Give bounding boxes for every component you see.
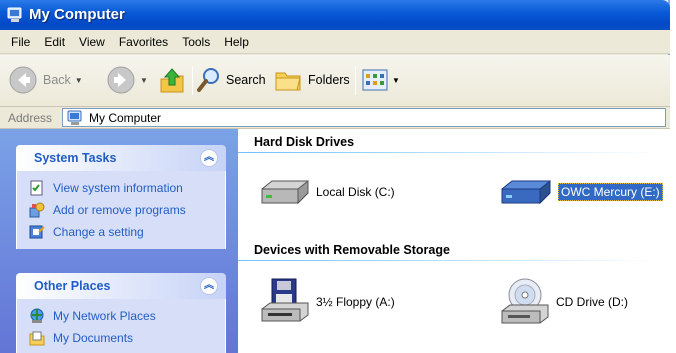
- toolbar: Back ▼ ▼ Search Folders ▼: [0, 55, 670, 107]
- computer-icon: [7, 7, 22, 22]
- drive-cd-d[interactable]: CD Drive (D:): [498, 277, 628, 327]
- folders-label: Folders: [308, 73, 350, 87]
- other-places-body: My Network Places My Documents: [16, 299, 226, 353]
- place-label: My Network Places: [53, 309, 156, 323]
- address-label: Address: [8, 111, 53, 125]
- place-label: My Documents: [53, 331, 134, 345]
- content-area: Hard Disk Drives Local Disk (C:) OWC Mer…: [238, 129, 670, 353]
- menu-tools[interactable]: Tools: [175, 35, 217, 49]
- task-pane: System Tasks ︽ View system information A…: [0, 129, 238, 353]
- documents-folder-icon: [29, 331, 45, 346]
- back-arrow-icon: [9, 66, 37, 94]
- search-label: Search: [226, 73, 266, 87]
- window: My Computer File Edit View Favorites Too…: [0, 0, 670, 353]
- cd-drive-icon: [501, 278, 549, 324]
- chevron-down-icon[interactable]: ▼: [392, 76, 400, 85]
- group-divider: [238, 152, 658, 153]
- title-bar[interactable]: My Computer: [0, 0, 670, 30]
- computer-icon: [67, 110, 82, 125]
- menu-favorites[interactable]: Favorites: [112, 35, 175, 49]
- place-my-network-places[interactable]: My Network Places: [29, 305, 225, 327]
- chevron-down-icon[interactable]: ▼: [140, 76, 148, 85]
- task-change-setting[interactable]: Change a setting: [29, 221, 225, 243]
- other-places-header[interactable]: Other Places ︽: [16, 273, 226, 299]
- task-label: Change a setting: [53, 225, 144, 239]
- place-my-documents[interactable]: My Documents: [29, 327, 225, 349]
- up-folder-icon: [160, 68, 184, 93]
- menu-help[interactable]: Help: [217, 35, 256, 49]
- hard-disk-icon: [261, 179, 309, 205]
- floppy-drive-icon: [261, 278, 309, 322]
- group-divider: [238, 260, 658, 261]
- drive-label: Local Disk (C:): [316, 185, 395, 199]
- back-label: Back: [43, 73, 71, 87]
- drive-floppy-a[interactable]: 3½ Floppy (A:): [258, 277, 395, 327]
- address-bar: Address My Computer: [0, 107, 670, 129]
- drive-label: 3½ Floppy (A:): [316, 295, 395, 309]
- window-title: My Computer: [29, 6, 125, 23]
- views-icon: [362, 69, 388, 91]
- collapse-icon[interactable]: ︽: [200, 277, 218, 295]
- up-folder-button[interactable]: [158, 64, 186, 96]
- menu-bar: File Edit View Favorites Tools Help: [0, 30, 670, 54]
- back-button[interactable]: Back ▼: [8, 64, 83, 96]
- group-hard-disk-drives: Hard Disk Drives: [254, 135, 355, 149]
- system-info-icon: [30, 180, 43, 196]
- external-drive-icon: [501, 179, 551, 205]
- add-remove-programs-icon: [29, 202, 45, 218]
- control-panel-icon: [29, 225, 45, 239]
- chevron-down-icon[interactable]: ▼: [75, 76, 83, 85]
- menu-view[interactable]: View: [72, 35, 112, 49]
- folders-button[interactable]: Folders: [274, 64, 350, 96]
- views-button[interactable]: ▼: [362, 64, 400, 96]
- system-tasks-title: System Tasks: [34, 151, 117, 165]
- drive-local-disk-c[interactable]: Local Disk (C:): [258, 175, 395, 209]
- folder-icon: [275, 72, 301, 91]
- toolbar-separator: [355, 67, 356, 95]
- system-tasks-body: View system information Add or remove pr…: [16, 171, 226, 249]
- search-button[interactable]: Search: [196, 64, 266, 96]
- network-places-icon: [30, 308, 44, 323]
- group-removable-storage: Devices with Removable Storage: [254, 243, 450, 257]
- task-add-remove-programs[interactable]: Add or remove programs: [29, 199, 225, 221]
- drive-label: CD Drive (D:): [556, 295, 628, 309]
- toolbar-separator: [192, 67, 193, 95]
- address-value: My Computer: [89, 110, 162, 125]
- task-label: View system information: [53, 181, 183, 195]
- forward-arrow-icon: [107, 66, 135, 94]
- task-view-system-info[interactable]: View system information: [29, 177, 225, 199]
- system-tasks-panel: System Tasks ︽ View system information A…: [16, 145, 226, 249]
- collapse-icon[interactable]: ︽: [200, 149, 218, 167]
- forward-button[interactable]: ▼: [106, 64, 148, 96]
- menu-file[interactable]: File: [4, 35, 37, 49]
- drive-owc-mercury-e[interactable]: OWC Mercury (E:): [498, 175, 663, 209]
- other-places-panel: Other Places ︽ My Network Places My Docu…: [16, 273, 226, 353]
- search-icon: [197, 68, 219, 92]
- drive-label: OWC Mercury (E:): [558, 183, 663, 201]
- other-places-title: Other Places: [34, 279, 111, 293]
- system-tasks-header[interactable]: System Tasks ︽: [16, 145, 226, 171]
- menu-edit[interactable]: Edit: [37, 35, 72, 49]
- address-input[interactable]: My Computer: [62, 108, 666, 127]
- task-label: Add or remove programs: [53, 203, 186, 217]
